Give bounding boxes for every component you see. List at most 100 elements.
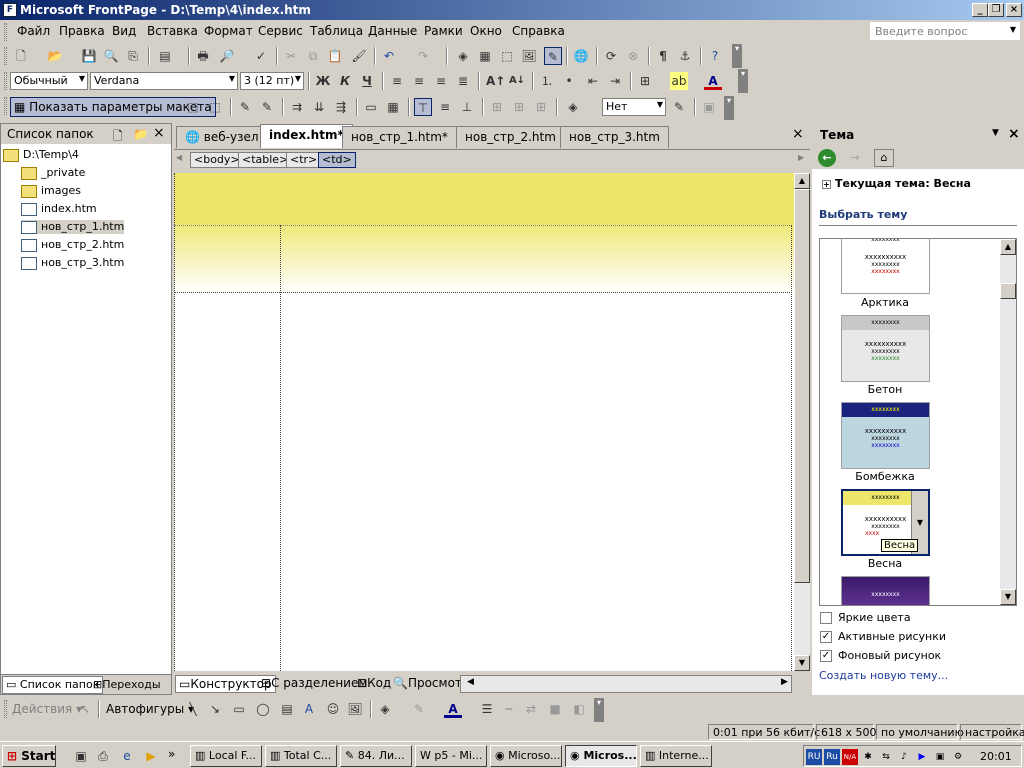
line-icon[interactable]: ╲ — [184, 700, 202, 718]
quicklaunch-icon[interactable]: ⎙ — [94, 747, 112, 765]
horizontal-scrollbar[interactable]: ◀ ▶ — [460, 675, 792, 693]
antivirus-icon[interactable]: ✱ — [860, 749, 876, 765]
toolbar-options-icon[interactable]: ▾ — [724, 96, 734, 120]
tree-root[interactable]: D:\Temp\4 — [3, 148, 79, 162]
scroll-right-icon[interactable]: ▶ — [781, 677, 788, 687]
publish-icon[interactable]: ⎘ — [124, 47, 142, 65]
line-color-icon[interactable]: ✎ — [410, 700, 428, 718]
borders-icon[interactable]: ⊞ — [636, 72, 654, 90]
increase-font-icon[interactable]: A↑ — [486, 72, 505, 90]
font-size-select[interactable]: 3 (12 пт) ▼ — [240, 72, 304, 90]
task-doc[interactable]: ✎ 84. Ли... — [340, 745, 412, 767]
tag-tr[interactable]: <tr> — [286, 152, 322, 168]
highlight-icon[interactable]: ab — [670, 72, 688, 90]
merge-cells-icon[interactable]: ▭ — [362, 98, 380, 116]
insert-picture-icon[interactable]: 🖼 — [520, 47, 538, 65]
current-theme-row[interactable]: + Текущая тема: Весна — [822, 177, 971, 190]
theme-next[interactable]: xxxxxxxx — [841, 576, 930, 605]
list-item[interactable]: images — [21, 184, 81, 198]
background-picture-checkbox[interactable]: ✓ — [820, 650, 832, 662]
tab-page1[interactable]: нов_стр_1.htm* — [342, 126, 457, 148]
start-button[interactable]: ⊞ Start — [2, 745, 56, 767]
distribute-rows-icon[interactable]: ⊞ — [488, 98, 506, 116]
drawing-icon[interactable]: ✎ — [544, 47, 562, 65]
toolbar-options-icon[interactable]: ▾ — [738, 69, 748, 93]
fill-select[interactable]: Нет ▼ — [602, 98, 666, 116]
save-icon[interactable]: 💾 — [80, 47, 98, 65]
shadow-icon[interactable]: ■ — [546, 700, 564, 718]
new-page-icon[interactable]: 🗋 — [113, 127, 123, 148]
customize[interactable]: настройка — [960, 724, 1024, 740]
ie-icon[interactable]: e — [118, 747, 136, 765]
dash-style-icon[interactable]: ┅ — [500, 700, 518, 718]
menu-help[interactable]: Справка — [512, 24, 565, 38]
menu-edit[interactable]: Правка — [59, 24, 105, 38]
menu-file[interactable]: Файл — [17, 24, 50, 38]
theme-spring[interactable]: xxxxxxxx xxxxxxxxxx xxxxxxxx xxxx ▼ Весн… — [841, 489, 930, 556]
editor-scrollbar[interactable]: ▲ ▼ — [794, 173, 810, 671]
scroll-left-icon[interactable]: ◀ — [467, 677, 474, 687]
clipart-icon[interactable]: ☺ — [324, 700, 342, 718]
toolbar-grip[interactable] — [4, 72, 7, 90]
arrow-icon[interactable]: ↘ — [206, 700, 224, 718]
menu-tools[interactable]: Сервис — [258, 24, 303, 38]
anchor-icon[interactable]: ⚓ — [676, 47, 694, 65]
restore-button[interactable]: ❐ — [988, 3, 1004, 17]
align-top-icon[interactable]: ⊤ — [414, 98, 432, 116]
tab-website[interactable]: 🌐 веб-узел — [176, 126, 268, 148]
new-folder-icon[interactable]: 📁 — [133, 127, 148, 141]
help-icon[interactable]: ? — [706, 47, 724, 65]
wordart-icon[interactable]: A — [300, 700, 318, 718]
copy-icon[interactable]: ⧉ — [304, 47, 322, 65]
chevron-right-icon[interactable]: ▶ — [798, 153, 804, 162]
bright-colors-checkbox[interactable] — [820, 612, 832, 624]
gallery-scrollbar[interactable]: ▲ ▼ — [1000, 239, 1016, 605]
scroll-thumb[interactable] — [1000, 283, 1016, 299]
volume-icon[interactable]: ♪ — [896, 749, 912, 765]
align-center-icon[interactable]: ≡ — [410, 72, 428, 90]
tag-table[interactable]: <table> — [238, 152, 293, 168]
scroll-down-icon[interactable]: ▼ — [1000, 589, 1016, 605]
toolbar-options-icon[interactable]: ▾ — [594, 698, 604, 722]
layer-icon[interactable]: ⬚ — [498, 47, 516, 65]
align-middle-icon[interactable]: ≡ — [436, 98, 454, 116]
decrease-indent-icon[interactable]: ⇤ — [584, 72, 602, 90]
close-icon[interactable]: × — [1008, 126, 1020, 142]
fill-color-icon[interactable]: ◈ — [376, 700, 394, 718]
menu-frames[interactable]: Рамки — [424, 24, 463, 38]
task-internet[interactable]: ▥ Interne... — [640, 745, 712, 767]
task-local-f[interactable]: ▥ Local F... — [190, 745, 262, 767]
chevron-left-icon[interactable]: ◀ — [176, 153, 182, 162]
toggle-pane-icon[interactable]: ▤ — [156, 47, 174, 65]
tag-td[interactable]: <td> — [318, 152, 356, 168]
player-icon[interactable]: ▶ — [914, 749, 930, 765]
close-icon[interactable]: × — [792, 126, 804, 142]
rectangle-icon[interactable]: ▭ — [230, 700, 248, 718]
task-microsoft[interactable]: ◉ Microso... — [490, 745, 562, 767]
utility-icon[interactable]: ⚙ — [950, 749, 966, 765]
decrease-font-icon[interactable]: A↓ — [508, 72, 526, 90]
more-quicklaunch-icon[interactable]: » — [168, 747, 175, 761]
refresh-icon[interactable]: ⟳ — [602, 47, 620, 65]
format-painter-icon[interactable]: 🖌 — [350, 47, 368, 65]
italic-button[interactable]: К — [336, 72, 354, 90]
design-canvas[interactable] — [174, 173, 794, 671]
close-icon[interactable]: × — [153, 125, 165, 141]
scroll-up-icon[interactable]: ▲ — [794, 173, 810, 189]
lang-ru-icon[interactable]: RU — [806, 749, 822, 765]
web-component-icon[interactable]: ◈ — [454, 47, 472, 65]
tab-navigation[interactable]: ⊞Переходы — [91, 677, 163, 695]
help-search-input[interactable]: Введите вопрос ▼ — [870, 22, 1020, 40]
close-button[interactable]: × — [1006, 3, 1022, 17]
fill-down-icon[interactable]: ▣ — [700, 98, 718, 116]
cut-icon[interactable]: ✂ — [282, 47, 300, 65]
paste-icon[interactable]: 📋 — [326, 47, 344, 65]
actions-menu[interactable]: Действия ▾ — [12, 702, 82, 716]
underline-button[interactable]: Ч — [358, 72, 376, 90]
create-theme-link[interactable]: Создать новую тему... — [819, 669, 948, 682]
active-graphics-checkbox[interactable]: ✓ — [820, 631, 832, 643]
media-icon[interactable]: ▶ — [142, 747, 160, 765]
menu-window[interactable]: Окно — [470, 24, 502, 38]
tab-page2[interactable]: нов_стр_2.htm — [456, 126, 565, 148]
na-icon[interactable]: N/A — [842, 749, 858, 765]
